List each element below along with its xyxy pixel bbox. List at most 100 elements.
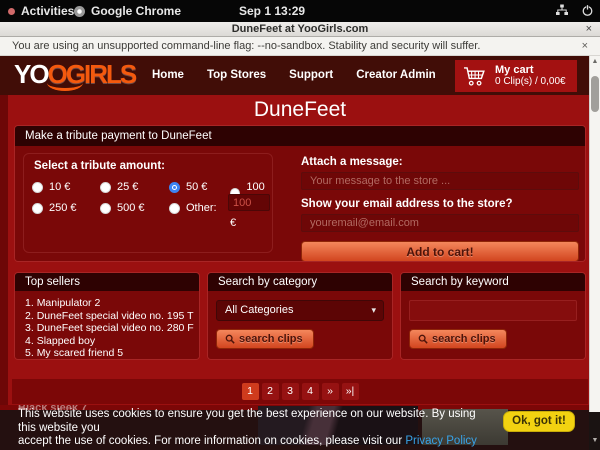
search-clips-by-keyword-button[interactable]: search clips: [409, 329, 507, 349]
amount-label: Select a tribute amount:: [34, 160, 165, 172]
main-nav: Home Top Stores Support Creator Admin: [152, 69, 436, 81]
add-to-cart-button[interactable]: Add to cart!: [301, 241, 579, 262]
message-input[interactable]: [301, 172, 579, 190]
chrome-icon: [74, 6, 85, 17]
page-button-4[interactable]: 4: [302, 383, 319, 400]
currency-label: €: [230, 217, 236, 229]
search-clips-label: search clips: [432, 333, 496, 345]
message-label: Attach a message:: [301, 156, 579, 168]
amount-option-label: 25 €: [117, 181, 138, 193]
radio-25[interactable]: [100, 182, 111, 193]
top-seller-item[interactable]: Slapped boy: [25, 335, 199, 348]
logo-smile-arc: [47, 83, 83, 91]
amount-options-box: Select a tribute amount: 10 € 25 € 50 € …: [23, 153, 273, 253]
chevron-down-icon: ▾: [371, 301, 376, 320]
amount-option-50[interactable]: 50 €: [169, 181, 207, 193]
amount-option-label: 500 €: [117, 202, 145, 214]
pagination: 1 2 3 4 » »|: [12, 379, 588, 404]
window-title: DuneFeet at YooGirls.com: [232, 23, 369, 35]
page-title: DuneFeet: [0, 98, 600, 122]
email-label: Show your email address to the store?: [301, 198, 579, 210]
amount-option-label: 250 €: [49, 202, 77, 214]
email-input[interactable]: [301, 214, 579, 232]
cart-title: My cart: [495, 64, 566, 76]
page-button-next[interactable]: »: [322, 383, 339, 400]
window-close-icon[interactable]: ×: [586, 22, 592, 36]
nav-home[interactable]: Home: [152, 69, 184, 81]
scrollbar-bottom-track: [589, 412, 600, 450]
cart-summary: 0 Clip(s) / 0,00€: [495, 76, 566, 88]
scrollbar-down-arrow[interactable]: ▼: [590, 437, 600, 444]
page-button-1[interactable]: 1: [242, 383, 259, 400]
top-sellers-panel: Top sellers Manipulator 2 DuneFeet speci…: [14, 272, 200, 360]
amount-option-other[interactable]: Other:: [169, 202, 217, 214]
category-selected-value: All Categories: [225, 304, 293, 316]
clock[interactable]: Sep 1 13:29: [239, 4, 305, 18]
scrollbar-up-arrow[interactable]: ▲: [590, 58, 600, 65]
page-content: DuneFeet Make a tribute payment to DuneF…: [0, 95, 600, 450]
privacy-policy-link[interactable]: Privacy Policy: [405, 435, 477, 447]
cookie-text-line1: This website uses cookies to ensure you …: [18, 408, 476, 434]
network-tree-icon[interactable]: [555, 3, 569, 17]
browser-scrollbar[interactable]: ▲ ▼: [589, 56, 600, 450]
gnome-top-bar: Activities Google Chrome Sep 1 13:29: [0, 0, 600, 22]
top-sellers-list: Manipulator 2 DuneFeet special video no.…: [15, 291, 199, 360]
page-button-last[interactable]: »|: [342, 383, 359, 400]
category-dropdown[interactable]: All Categories ▾: [216, 300, 384, 321]
top-seller-item[interactable]: DuneFeet special video no. 280 F: [25, 322, 199, 335]
site-logo[interactable]: YOOGIRLS: [14, 60, 135, 88]
flag-warning-text: You are using an unsupported command-lin…: [12, 40, 480, 52]
cookie-accept-button[interactable]: Ok, got it!: [503, 411, 575, 432]
tribute-panel: Make a tribute payment to DuneFeet Selec…: [14, 125, 586, 262]
nav-support[interactable]: Support: [289, 69, 333, 81]
radio-250[interactable]: [32, 203, 43, 214]
scrollbar-thumb[interactable]: [591, 76, 599, 112]
other-amount-input[interactable]: [228, 194, 270, 211]
search-icon: [418, 334, 428, 344]
focused-app-menu[interactable]: Google Chrome: [74, 4, 181, 18]
top-seller-item[interactable]: My scared friend 5: [25, 347, 199, 360]
logo-letter: O: [29, 59, 47, 89]
search-keyword-header: Search by keyword: [401, 273, 585, 291]
keyword-input[interactable]: [409, 300, 577, 321]
flag-warning-bar: You are using an unsupported command-lin…: [0, 37, 600, 56]
bottom-content-zone: Black sleek 7 This website uses cookies …: [0, 405, 600, 450]
page-left-margin: [0, 95, 8, 450]
cookie-consent-text: This website uses cookies to ensure you …: [18, 408, 488, 449]
amount-option-250[interactable]: 250 €: [32, 202, 77, 214]
amount-option-10[interactable]: 10 €: [32, 181, 70, 193]
window-titlebar[interactable]: DuneFeet at YooGirls.com ×: [0, 22, 600, 37]
search-category-panel: Search by category All Categories ▾ sear…: [207, 272, 393, 360]
cart-icon: [463, 66, 486, 87]
amount-option-label: 50 €: [186, 181, 207, 193]
nav-top-stores[interactable]: Top Stores: [207, 69, 266, 81]
amount-option-label: 10 €: [49, 181, 70, 193]
search-clips-label: search clips: [239, 333, 303, 345]
flag-warning-close-icon[interactable]: ×: [582, 37, 588, 55]
page-button-2[interactable]: 2: [262, 383, 279, 400]
notification-dot-icon: [8, 8, 15, 15]
page-button-3[interactable]: 3: [282, 383, 299, 400]
amount-option-500[interactable]: 500 €: [100, 202, 145, 214]
radio-50-checked[interactable]: [169, 182, 180, 193]
cookie-text-line2: accept the use of cookies. For more info…: [18, 435, 405, 447]
site-header: YOOGIRLS Home Top Stores Support Creator…: [0, 56, 600, 95]
top-sellers-header: Top sellers: [15, 273, 199, 291]
top-seller-item[interactable]: Manipulator 2: [25, 297, 199, 310]
radio-500[interactable]: [100, 203, 111, 214]
amount-option-25[interactable]: 25 €: [100, 181, 138, 193]
radio-other[interactable]: [169, 203, 180, 214]
focused-app-label: Google Chrome: [91, 4, 181, 18]
my-cart-button[interactable]: My cart 0 Clip(s) / 0,00€: [455, 60, 577, 92]
search-keyword-panel: Search by keyword search clips: [400, 272, 586, 360]
search-clips-by-category-button[interactable]: search clips: [216, 329, 314, 349]
amount-option-label: Other:: [186, 202, 217, 214]
logo-letter: Y: [14, 59, 29, 89]
radio-10[interactable]: [32, 182, 43, 193]
top-seller-item[interactable]: DuneFeet special video no. 195 T: [25, 310, 199, 323]
nav-creator-admin[interactable]: Creator Admin: [356, 69, 435, 81]
tribute-panel-header: Make a tribute payment to DuneFeet: [15, 126, 585, 146]
power-icon[interactable]: [581, 4, 594, 17]
activities-button[interactable]: Activities: [21, 4, 74, 18]
search-category-header: Search by category: [208, 273, 392, 291]
